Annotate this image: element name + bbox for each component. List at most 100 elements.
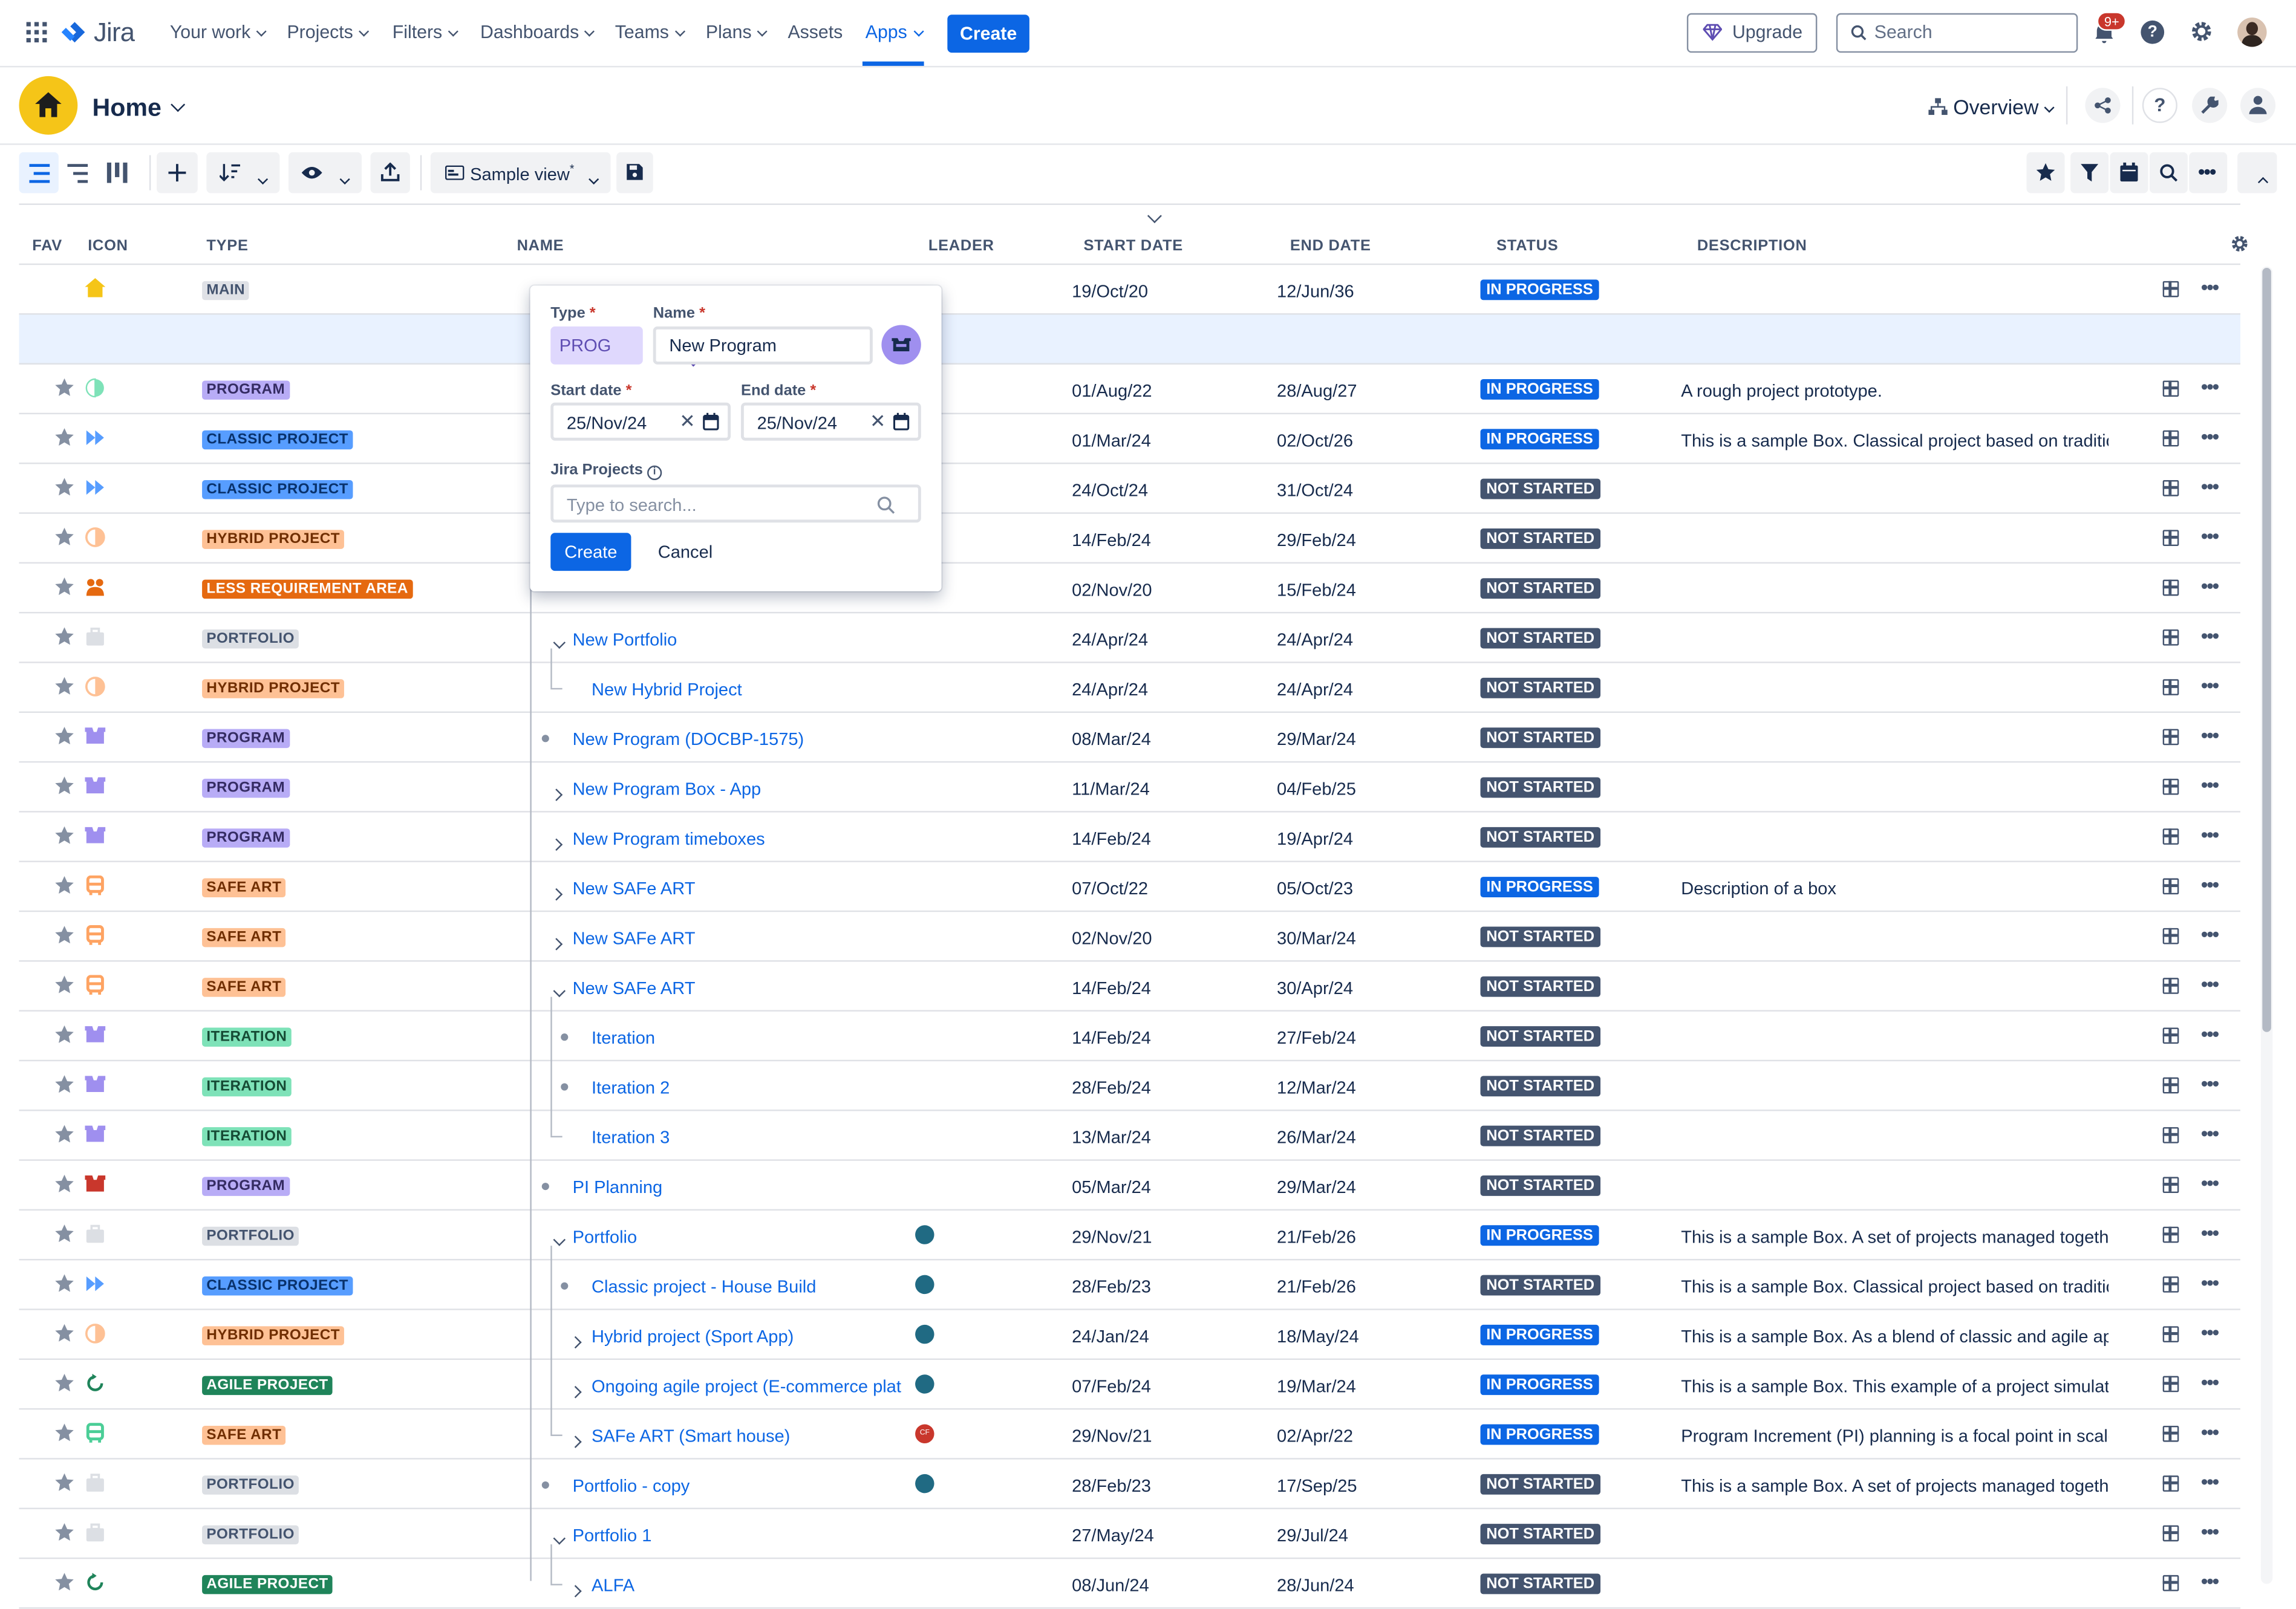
status-lozenge[interactable]: NOT STARTED — [1480, 1125, 1600, 1146]
calendar-icon[interactable] — [703, 412, 719, 431]
share-button[interactable] — [2085, 88, 2121, 123]
favorite-star-icon[interactable] — [54, 527, 75, 548]
row-more-icon[interactable]: ••• — [2201, 873, 2220, 896]
row-more-icon[interactable]: ••• — [2201, 1420, 2220, 1443]
expand-chevron-icon[interactable] — [553, 984, 566, 998]
nav-plans[interactable]: Plans — [706, 22, 768, 42]
table-row[interactable]: CLASSIC PROJECT 01/Mar/24 02/Oct/26 IN PROG… — [19, 414, 2241, 464]
view-selector[interactable]: Sample view* — [430, 152, 611, 193]
column-header-type[interactable]: TYPE — [206, 237, 248, 255]
favorite-star-icon[interactable] — [54, 577, 75, 597]
open-table-icon[interactable] — [2162, 1127, 2179, 1143]
row-more-icon[interactable]: ••• — [2201, 623, 2220, 647]
open-table-icon[interactable] — [2162, 430, 2179, 447]
sort-button[interactable] — [206, 152, 280, 193]
status-lozenge[interactable]: NOT STARTED — [1480, 1026, 1600, 1047]
table-row[interactable]: SAFE ART New SAFe ART 07/Oct/22 05/Oct/23 IN… — [19, 862, 2241, 912]
open-table-icon[interactable] — [2162, 480, 2179, 496]
clear-icon[interactable]: ✕ — [679, 410, 695, 434]
favorite-star-icon[interactable] — [54, 825, 75, 846]
overview-dropdown[interactable]: Overview — [1928, 95, 2055, 119]
nav-dashboards[interactable]: Dashboards — [480, 22, 595, 42]
collapse-toolbar-button[interactable] — [2237, 152, 2277, 193]
open-table-icon[interactable] — [2162, 729, 2179, 746]
table-row[interactable]: PORTFOLIO Portfolio - copy 28/Feb/23 17/Sep… — [19, 1460, 2241, 1509]
nav-your-work[interactable]: Your work — [170, 22, 267, 42]
box-name-link[interactable]: Iteration 3 — [592, 1127, 670, 1148]
row-more-icon[interactable]: ••• — [2201, 1520, 2220, 1543]
collapse-chevron-icon[interactable] — [569, 1336, 582, 1349]
more-options-button[interactable]: ••• — [2189, 152, 2228, 193]
status-lozenge[interactable]: NOT STARTED — [1480, 976, 1600, 997]
type-select[interactable]: PROG — [550, 326, 702, 367]
row-more-icon[interactable]: ••• — [2201, 375, 2220, 398]
status-lozenge[interactable]: NOT STARTED — [1480, 628, 1600, 649]
user-button[interactable] — [2240, 88, 2276, 123]
status-lozenge[interactable]: NOT STARTED — [1480, 926, 1600, 948]
calendar-button[interactable] — [2110, 152, 2148, 193]
status-lozenge[interactable]: IN PROGRESS — [1480, 1374, 1599, 1396]
table-row[interactable]: PORTFOLIO New Portfolio 24/Apr/24 24/Apr/24… — [19, 613, 2241, 663]
status-lozenge[interactable]: IN PROGRESS — [1480, 1424, 1599, 1445]
table-row[interactable]: ITERATION Iteration 3 13/Mar/24 26/Mar/24 NO… — [19, 1111, 2241, 1161]
row-more-icon[interactable]: ••• — [2201, 1270, 2220, 1294]
open-table-icon[interactable] — [2162, 778, 2179, 795]
expand-toolbar-chevron-icon[interactable] — [1147, 209, 1162, 224]
favorite-star-icon[interactable] — [54, 427, 75, 448]
leader-avatar[interactable] — [915, 1275, 934, 1295]
help-button[interactable]: ? — [2142, 88, 2177, 123]
name-input[interactable]: New Program — [653, 326, 873, 365]
row-more-icon[interactable]: ••• — [2201, 574, 2220, 597]
row-more-icon[interactable]: ••• — [2201, 1470, 2220, 1494]
open-table-icon[interactable] — [2162, 1177, 2179, 1194]
table-row[interactable]: ITERATION Iteration 2 28/Feb/24 12/Mar/24 NO… — [19, 1061, 2241, 1111]
table-row[interactable]: MAIN 19/Oct/20 12/Jun/36 IN PROGRESS ••• — [19, 265, 2241, 315]
nav-projects[interactable]: Projects — [287, 22, 370, 42]
box-name-link[interactable]: Portfolio — [573, 1227, 638, 1247]
table-row[interactable]: PROGRAM New Program Box - App 11/Mar/24 04/… — [19, 762, 2241, 813]
popup-cancel-button[interactable]: Cancel — [644, 533, 726, 571]
box-name-link[interactable]: Iteration 2 — [592, 1078, 670, 1098]
table-row[interactable]: CLASSIC PROJECT Classic project - House B… — [19, 1260, 2241, 1310]
table-row[interactable]: PROGRAM New Program (DOCBP-1575) 08/Mar/24… — [19, 713, 2241, 763]
status-lozenge[interactable]: IN PROGRESS — [1480, 1324, 1599, 1345]
box-name-link[interactable]: New Portfolio — [573, 629, 677, 650]
favorite-star-icon[interactable] — [54, 1373, 75, 1394]
open-table-icon[interactable] — [2162, 629, 2179, 646]
box-name-link[interactable]: ALFA — [592, 1575, 634, 1596]
wrench-button[interactable] — [2192, 88, 2228, 123]
settings-gear-icon[interactable] — [2189, 19, 2214, 44]
favorite-star-icon[interactable] — [54, 776, 75, 796]
table-row[interactable]: CLASSIC PROJECT 24/Oct/24 31/Oct/24 NOT STA… — [19, 464, 2241, 514]
box-name-link[interactable]: PI Planning — [573, 1177, 663, 1197]
column-header-end-date[interactable]: END DATE — [1290, 237, 1371, 255]
search-input[interactable]: Search — [1836, 13, 2078, 53]
user-avatar[interactable] — [2237, 18, 2267, 47]
row-more-icon[interactable]: ••• — [2201, 922, 2220, 946]
favorite-star-icon[interactable] — [54, 1273, 75, 1294]
box-name-link[interactable]: Portfolio - copy — [573, 1475, 690, 1496]
clear-icon[interactable]: ✕ — [870, 410, 885, 434]
table-row[interactable]: PORTFOLIO Portfolio 1 27/May/24 29/Jul/24 NO… — [19, 1509, 2241, 1559]
status-lozenge[interactable]: NOT STARTED — [1480, 1275, 1600, 1296]
column-header-icon[interactable]: ICON — [88, 237, 128, 255]
table-row[interactable]: LESS REQUIREMENT AREA 02/Nov/20 15/Feb/24 N… — [19, 564, 2241, 614]
row-more-icon[interactable]: ••• — [2201, 1171, 2220, 1195]
row-more-icon[interactable]: ••• — [2201, 1321, 2220, 1344]
row-more-icon[interactable]: ••• — [2201, 1370, 2220, 1394]
column-settings-gear-icon[interactable] — [2230, 234, 2249, 253]
status-lozenge[interactable]: NOT STARTED — [1480, 777, 1600, 798]
status-lozenge[interactable]: IN PROGRESS — [1480, 429, 1599, 450]
box-icon-picker[interactable] — [881, 325, 921, 365]
row-more-icon[interactable]: ••• — [2201, 823, 2220, 847]
box-name-link[interactable]: New Program timeboxes — [573, 828, 765, 849]
favorite-star-icon[interactable] — [54, 1124, 75, 1145]
row-more-icon[interactable]: ••• — [2201, 972, 2220, 995]
favorite-star-icon[interactable] — [54, 876, 75, 896]
favorite-star-icon[interactable] — [54, 1523, 75, 1543]
box-name-link[interactable]: Iteration — [592, 1027, 655, 1048]
favorite-star-icon[interactable] — [54, 975, 75, 995]
collapse-chevron-icon[interactable] — [569, 1386, 582, 1399]
box-name-link[interactable]: Classic project - House Build — [592, 1276, 816, 1297]
row-more-icon[interactable]: ••• — [2201, 524, 2220, 548]
